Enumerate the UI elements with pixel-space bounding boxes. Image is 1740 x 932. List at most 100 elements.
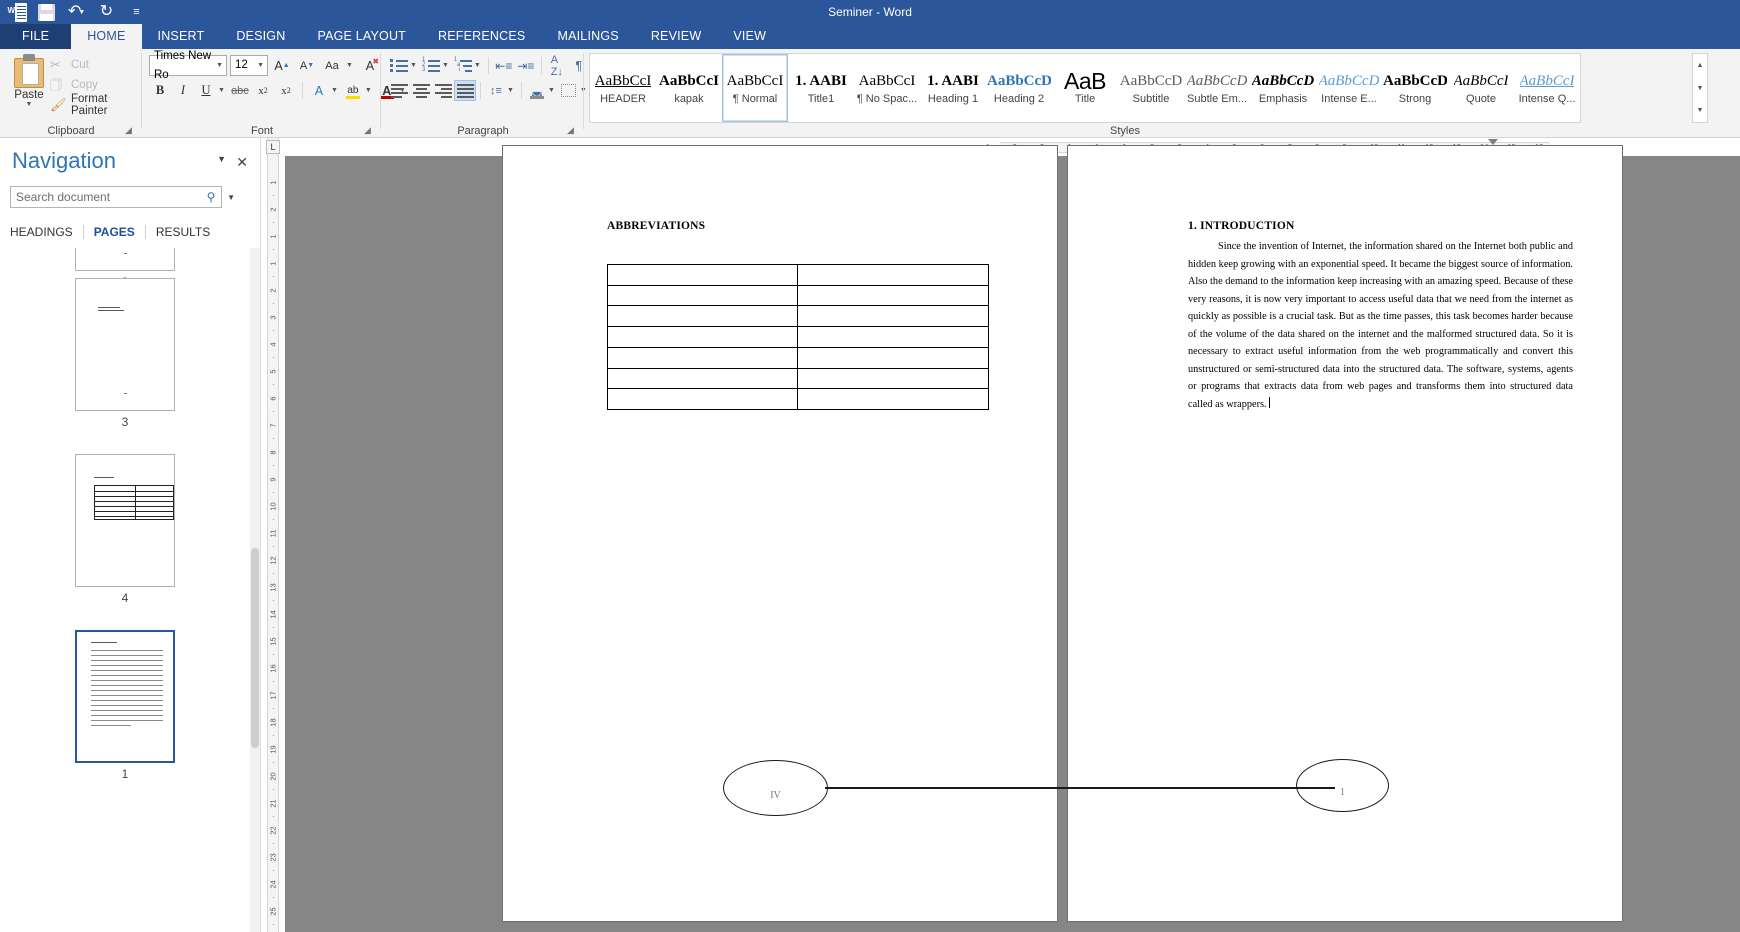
styles-gallery-scroll[interactable]: ▲ ▼ ▼	[1692, 53, 1708, 123]
first-line-indent-marker-icon[interactable]	[1488, 139, 1498, 145]
font-dialog-launcher[interactable]: ◢	[362, 125, 373, 136]
page-thumbnail-list[interactable]: 2341	[0, 248, 250, 932]
table-row[interactable]	[608, 265, 988, 286]
align-center-icon[interactable]	[410, 80, 432, 101]
borders-icon[interactable]	[558, 80, 580, 101]
navigation-options-caret-icon[interactable]: ▼	[217, 154, 226, 164]
page-thumbnail-1[interactable]	[75, 630, 175, 763]
font-name-combobox[interactable]: Times New Ro ▼	[149, 50, 227, 81]
ribbon-tab-view[interactable]: VIEW	[717, 24, 782, 49]
subscript-icon[interactable]: x2	[252, 80, 274, 101]
cut-button[interactable]: ✂ Cut	[48, 55, 142, 75]
style-item-heading-2[interactable]: AaBbCcD Heading 2	[986, 54, 1052, 122]
navigation-scrollbar-thumb[interactable]	[251, 548, 259, 748]
ribbon-tab-review[interactable]: REVIEW	[635, 24, 718, 49]
style-item-subtle-em[interactable]: AaBbCcD Subtle Em...	[1184, 54, 1250, 122]
shrink-font-icon[interactable]: A ▼	[296, 55, 318, 76]
strikethrough-icon[interactable]: abc	[229, 80, 251, 101]
text-effects-icon[interactable]: A	[308, 80, 330, 101]
right-page-paragraph[interactable]: Since the invention of Internet, the inf…	[1188, 238, 1573, 413]
bullets-caret-icon[interactable]: ▼	[410, 62, 420, 69]
font-size-combobox[interactable]: 12 ▼	[230, 55, 268, 76]
table-row[interactable]	[608, 306, 988, 328]
table-row[interactable]	[608, 389, 988, 410]
navigation-close-icon[interactable]: ✕	[236, 154, 248, 171]
paragraph-dialog-launcher[interactable]: ◢	[565, 125, 576, 136]
bullets-icon[interactable]	[388, 55, 410, 76]
style-item-intense-q[interactable]: AaBbCcI Intense Q...	[1514, 54, 1580, 122]
page-thumbnail-item[interactable]: 3	[0, 278, 250, 443]
multilevel-list-icon[interactable]: 1ai	[452, 55, 474, 76]
line-spacing-caret-icon[interactable]: ▼	[507, 87, 517, 94]
grow-font-icon[interactable]: A ▲	[271, 55, 293, 76]
style-item-quote[interactable]: AaBbCcI Quote	[1448, 54, 1514, 122]
multilevel-list-caret-icon[interactable]: ▼	[474, 62, 484, 69]
page-thumbnail-2[interactable]	[75, 248, 175, 271]
italic-icon[interactable]: I	[172, 80, 194, 101]
style-item-title1[interactable]: 1. AABI Title1	[788, 54, 854, 122]
nav-tab-results[interactable]: RESULTS	[146, 225, 220, 239]
table-row[interactable]	[608, 368, 988, 390]
clear-formatting-icon[interactable]: A ✖	[359, 55, 381, 76]
change-case-icon[interactable]: Aa	[321, 55, 343, 76]
paste-dropdown-caret-icon[interactable]: ▼	[8, 101, 50, 108]
search-input[interactable]	[11, 190, 201, 204]
styles-gallery[interactable]: AaBbCcI HEADER AaBbCcI kapak AaBbCcI ¶ Normal…	[589, 53, 1581, 123]
font-name-caret-icon[interactable]: ▼	[216, 56, 226, 75]
text-highlight-color-icon[interactable]: ab	[342, 80, 364, 101]
superscript-icon[interactable]: x2	[275, 80, 297, 101]
ribbon-tab-mailings[interactable]: MAILINGS	[541, 24, 634, 49]
shading-caret-icon[interactable]: ▼	[548, 87, 558, 94]
paste-button[interactable]: Paste ▼	[8, 54, 50, 108]
line-spacing-icon[interactable]: ↕≡	[485, 80, 507, 101]
numbering-caret-icon[interactable]: ▼	[442, 62, 452, 69]
table-row[interactable]	[608, 327, 988, 348]
increase-indent-icon[interactable]: ⇥≡	[515, 55, 537, 76]
align-right-icon[interactable]	[432, 80, 454, 101]
decrease-indent-icon[interactable]: ⇤≡	[493, 55, 515, 76]
pages-scroller[interactable]: ABBREVIATIONS 1. INTRODUCTION Since the …	[285, 146, 1740, 932]
underline-caret-icon[interactable]: ▼	[218, 87, 228, 94]
abbreviations-table[interactable]	[607, 264, 989, 410]
navigation-scrollbar[interactable]	[250, 248, 260, 932]
page-thumbnail-item[interactable]: 1	[0, 630, 250, 795]
search-options-caret-icon[interactable]: ▼	[227, 193, 235, 202]
styles-scroll-down-icon[interactable]: ▼	[1693, 77, 1707, 100]
style-item-title[interactable]: AaB Title	[1052, 54, 1118, 122]
numbering-icon[interactable]: 123	[420, 55, 442, 76]
change-case-caret-icon[interactable]: ▼	[346, 62, 356, 69]
styles-scroll-up-icon[interactable]: ▲	[1693, 54, 1707, 77]
bold-icon[interactable]: B	[149, 80, 171, 101]
ribbon-tab-page-layout[interactable]: PAGE LAYOUT	[301, 24, 422, 49]
ribbon-tab-design[interactable]: DESIGN	[220, 24, 301, 49]
page-thumbnail-3[interactable]	[75, 278, 175, 411]
style-item-no-spac[interactable]: AaBbCcI ¶ No Spac...	[854, 54, 920, 122]
sort-icon[interactable]: A Z↓	[546, 54, 568, 78]
style-item-subtitle[interactable]: AaBbCcD Subtitle	[1118, 54, 1184, 122]
style-item-kapak[interactable]: AaBbCcI kapak	[656, 54, 722, 122]
search-document-field[interactable]: ⚲ ▼	[10, 186, 235, 208]
styles-more-icon[interactable]: ▼	[1693, 99, 1707, 122]
nav-tab-headings[interactable]: HEADINGS	[0, 225, 83, 239]
ribbon-tab-insert[interactable]: INSERT	[142, 24, 221, 49]
ribbon-tab-references[interactable]: REFERENCES	[422, 24, 541, 49]
justify-icon[interactable]	[454, 80, 476, 101]
underline-icon[interactable]: U	[195, 80, 217, 101]
text-effects-caret-icon[interactable]: ▼	[331, 87, 341, 94]
style-item-normal[interactable]: AaBbCcI ¶ Normal	[722, 54, 788, 122]
shading-icon[interactable]: ◛	[526, 80, 548, 101]
page-thumbnail-4[interactable]	[75, 454, 175, 587]
style-item-header[interactable]: AaBbCcI HEADER	[590, 54, 656, 122]
style-item-emphasis[interactable]: AaBbCcD Emphasis	[1250, 54, 1316, 122]
style-item-intense-e[interactable]: AaBbCcD Intense E...	[1316, 54, 1382, 122]
ribbon-tab-home[interactable]: HOME	[71, 24, 142, 49]
tab-stop-selector[interactable]: L	[266, 140, 280, 154]
font-size-caret-icon[interactable]: ▼	[257, 56, 267, 75]
copy-button[interactable]: 🗍 Copy	[48, 75, 142, 95]
align-left-icon[interactable]	[388, 80, 410, 101]
highlight-caret-icon[interactable]: ▼	[365, 87, 375, 94]
nav-tab-pages[interactable]: PAGES	[84, 225, 145, 239]
search-icon[interactable]: ⚲	[201, 190, 221, 204]
style-item-strong[interactable]: AaBbCcD Strong	[1382, 54, 1448, 122]
table-row[interactable]	[608, 285, 988, 307]
